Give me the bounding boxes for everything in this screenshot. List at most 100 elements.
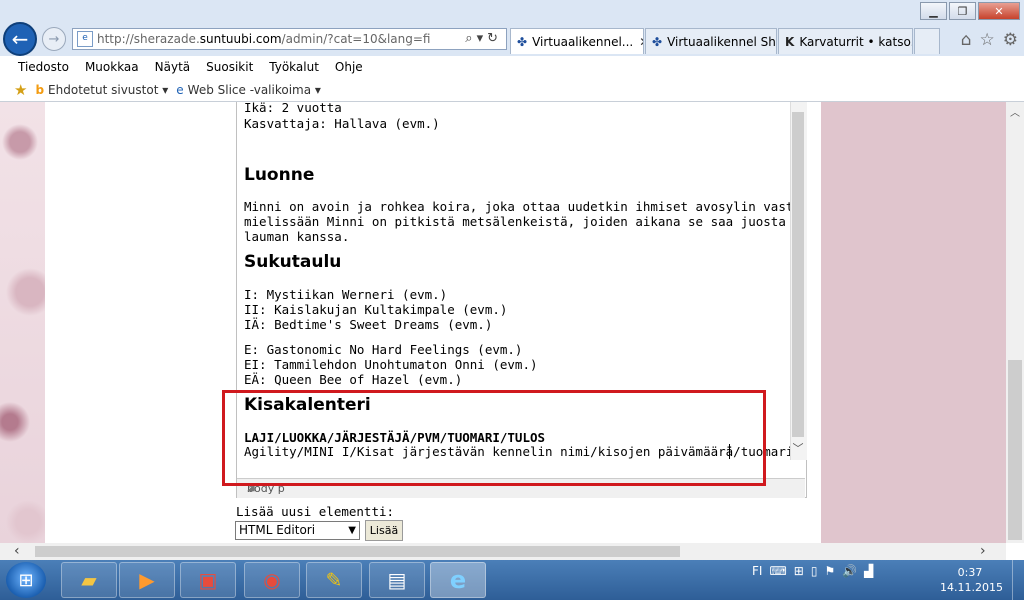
system-tray: FI ⌨ ⊞ ▯ ⚑ 🔊 ▟ [752,564,873,578]
home-icon[interactable]: ⌂ [961,30,972,50]
menu-edit[interactable]: Muokkaa [77,60,147,74]
webslice-gallery[interactable]: e Web Slice -valikoima ▾ [176,83,321,97]
new-tab-button[interactable] [914,28,940,54]
app-icon: ▣ [198,568,218,592]
show-desktop-button[interactable] [1012,560,1024,600]
select-value: HTML Editori [239,523,316,537]
minimize-button[interactable]: ▁ [920,2,947,20]
arrow-left-icon: ← [11,27,29,51]
editor-scroll-thumb[interactable] [792,112,804,437]
k-icon: K [785,34,795,49]
tab-2[interactable]: ✤ Virtuaalikennel Sh... [645,28,777,54]
pedigree-line: E: Gastonomic No Hard Feelings (evm.) [244,342,523,357]
back-button[interactable]: ← [3,22,37,56]
clock-time: 0:37 [957,566,983,579]
text-line: Minni on avoin ja rohkea koira, joka ott… [244,199,806,214]
url-prefix: http://sherazade. [97,32,200,46]
pedigree-line: IÄ: Bedtime's Sweet Dreams (evm.) [244,317,493,332]
pedigree-line: I: Mystiikan Werneri (evm.) [244,287,448,302]
taskbar-paint[interactable]: ✎ [306,562,362,598]
tab-label: Karvaturrit • katso... [799,34,913,49]
start-button[interactable]: ⊞ [6,562,46,598]
keyboard-icon[interactable]: ⌨ [769,564,786,578]
page-right-background [821,102,1006,543]
page-vertical-scroll-thumb[interactable] [1008,360,1022,540]
settings-gear-icon[interactable]: ⚙ [1003,30,1018,50]
menu-help[interactable]: Ohje [327,60,371,74]
scroll-right-icon[interactable]: › [980,543,986,559]
webslice-label: Web Slice -valikoima [187,82,312,97]
document-icon: ▤ [387,568,407,592]
suggested-sites[interactable]: b Ehdotetut sivustot ▾ [35,83,168,97]
ie-icon: e [449,566,467,594]
forward-button[interactable]: → [42,27,66,51]
add-element-label: Lisää uusi elementti: [236,504,395,519]
chevron-down-icon[interactable]: ﹀ [790,440,806,458]
tab-label: Virtuaalikennel... [532,34,634,49]
language-indicator[interactable]: FI [752,564,762,578]
close-button[interactable]: ✕ [978,2,1020,20]
tab-close-icon[interactable]: ✕ [639,35,643,49]
favorites-bar: ★ b Ehdotetut sivustot ▾ e Web Slice -vali… [0,78,1024,102]
heading-sukutaulu: Sukutaulu [244,252,342,272]
taskbar-wordpad[interactable]: ▤ [369,562,425,598]
search-icon[interactable]: ⌕ [465,31,476,46]
chevron-down-icon: ▼ [348,525,356,536]
favorites-star-icon[interactable]: ★ [14,81,27,99]
menu-view[interactable]: Näytä [147,60,199,74]
text-line: mielissään Minni on pitkistä metsälenkei… [244,214,806,229]
taskbar-chrome[interactable]: ◉ [244,562,300,598]
window-controls: ▁ ❐ ✕ [918,2,1020,20]
text-line: lauman kanssa. [244,229,350,244]
favorites-star-icon[interactable]: ☆ [980,30,995,50]
volume-icon[interactable]: 🔊 [842,564,857,578]
media-play-icon: ▶ [139,568,155,592]
flag-icon[interactable]: ⚑ [824,564,835,578]
highlight-box [222,390,766,486]
turtle-icon: ✤ [517,34,528,49]
taskbar-app[interactable]: ▣ [180,562,236,598]
chrome-icon: ◉ [263,568,281,592]
devices-icon[interactable]: ▯ [811,564,818,578]
taskbar-internet-explorer[interactable]: e [430,562,486,598]
browser-right-icons: ⌂ ☆ ⚙ [961,30,1018,50]
scroll-up-icon[interactable]: ︿ [1006,104,1024,119]
scroll-left-icon[interactable]: ‹ [14,543,20,559]
taskbar-media-player[interactable]: ▶ [119,562,175,598]
suggested-sites-label: Ehdotetut sivustot [48,82,159,97]
taskbar-explorer[interactable]: ▰ [61,562,117,598]
tab-1[interactable]: ✤ Virtuaalikennel... ✕ [510,28,644,54]
address-bar[interactable]: e http://sherazade. suntuubi.com/admin/?c… [72,28,507,50]
page-favicon-icon: e [77,31,93,47]
taskbar-clock[interactable]: 0:37 14.11.2015 [940,565,1003,595]
dropdown-icon[interactable]: ▾ [477,31,488,46]
address-tools[interactable]: ⌕▾↻ [465,31,502,46]
network-icon[interactable]: ▟ [864,564,873,578]
page-horizontal-scroll-thumb[interactable] [35,546,680,557]
text-line: Ikä: 2 vuotta [244,102,342,115]
windows-icon[interactable]: ⊞ [794,564,804,578]
add-element-button[interactable]: Lisää [365,520,403,541]
page-flower-background [0,102,45,543]
tab-label: Virtuaalikennel Sh... [667,34,777,49]
text-line: Kasvattaja: Hallava (evm.) [244,116,440,131]
url-domain: suntuubi.com [199,32,282,46]
menu-tools[interactable]: Työkalut [261,60,327,74]
bing-icon: b [35,82,45,97]
folder-icon: ▰ [81,568,97,592]
windows-logo-icon: ⊞ [18,569,34,591]
menu-favorites[interactable]: Suosikit [198,60,261,74]
element-type-select[interactable]: HTML Editori ▼ [235,521,360,540]
menu-file[interactable]: Tiedosto [10,60,77,74]
tab-3[interactable]: K Karvaturrit • katso... [778,28,913,54]
pedigree-line: EÄ: Queen Bee of Hazel (evm.) [244,372,463,387]
clock-date: 14.11.2015 [940,581,1003,594]
arrow-right-icon: → [48,31,60,47]
turtle-icon: ✤ [652,34,663,49]
maximize-button[interactable]: ❐ [949,2,976,20]
palette-icon: ✎ [325,568,343,592]
menu-bar: Tiedosto Muokkaa Näytä Suosikit Työkalut… [0,56,1024,78]
heading-luonne: Luonne [244,165,315,185]
refresh-icon[interactable]: ↻ [487,31,502,46]
ie-icon: e [176,82,184,97]
